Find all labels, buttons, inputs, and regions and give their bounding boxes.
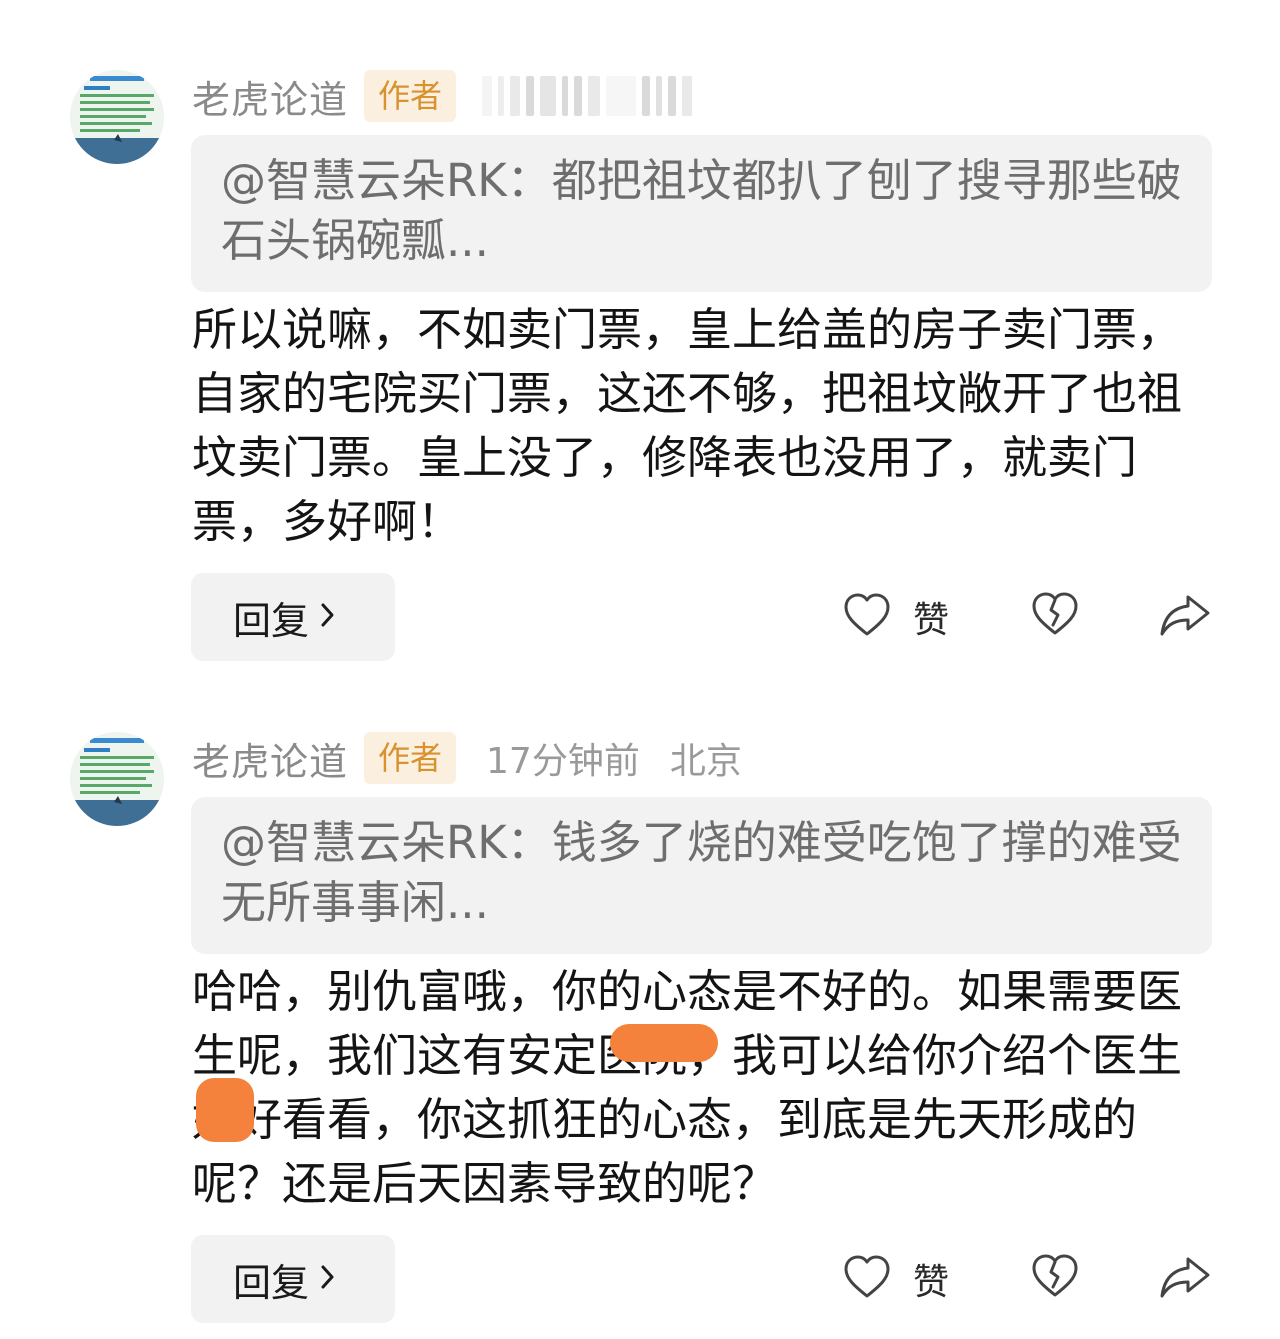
dislike-button[interactable] bbox=[1030, 591, 1080, 641]
comment-location: 北京 bbox=[669, 741, 742, 782]
avatar[interactable] bbox=[70, 732, 164, 826]
share-button[interactable] bbox=[1158, 591, 1212, 643]
redaction-mark bbox=[610, 1024, 718, 1062]
heart-icon bbox=[843, 1254, 891, 1304]
reply-button[interactable]: 回复 bbox=[191, 573, 395, 661]
author-name[interactable]: 老虎论道 bbox=[192, 69, 348, 124]
broken-heart-icon bbox=[1030, 1254, 1080, 1303]
reply-label: 回复 bbox=[233, 1260, 310, 1305]
dislike-button[interactable] bbox=[1030, 1253, 1080, 1303]
share-button[interactable] bbox=[1158, 1253, 1212, 1305]
chevron-right-icon bbox=[319, 595, 337, 639]
author-badge: 作者 bbox=[364, 732, 457, 784]
avatar[interactable] bbox=[70, 70, 164, 164]
comment-time: 17分钟前 bbox=[486, 741, 640, 782]
broken-heart-icon bbox=[1030, 592, 1080, 641]
comment-actions: 回复 赞 bbox=[0, 573, 1280, 663]
share-icon bbox=[1158, 1257, 1212, 1305]
comment-text: 哈哈，别仇富哦，你的心态是不好的。如果需要医生呢，我们这有安定医院，我可以给你介… bbox=[192, 965, 1183, 1210]
like-label: 赞 bbox=[913, 1262, 950, 1303]
author-name[interactable]: 老虎论道 bbox=[192, 731, 348, 786]
like-button[interactable]: 赞 bbox=[843, 1253, 949, 1305]
redaction-mark bbox=[196, 1078, 254, 1142]
like-label: 赞 bbox=[913, 600, 950, 641]
reply-button[interactable]: 回复 bbox=[191, 1235, 395, 1323]
comment-text: 所以说嘛，不如卖门票，皇上给盖的房子卖门票，自家的宅院买门票，这还不够，把祖坟敞… bbox=[192, 303, 1183, 548]
blurred-meta bbox=[482, 74, 693, 118]
author-badge: 作者 bbox=[364, 70, 457, 122]
chevron-right-icon bbox=[319, 1257, 337, 1301]
share-icon bbox=[1158, 595, 1212, 643]
quoted-comment[interactable]: @智慧云朵RK：钱多了烧的难受吃饱了撑的难受无所事事闲... bbox=[191, 797, 1212, 954]
comment-actions: 回复 赞 bbox=[0, 1235, 1280, 1325]
heart-icon bbox=[843, 592, 891, 642]
like-button[interactable]: 赞 bbox=[843, 591, 949, 643]
reply-label: 回复 bbox=[233, 598, 310, 643]
quoted-comment[interactable]: @智慧云朵RK：都把祖坟都扒了刨了搜寻那些破石头锅碗瓢... bbox=[191, 135, 1212, 292]
